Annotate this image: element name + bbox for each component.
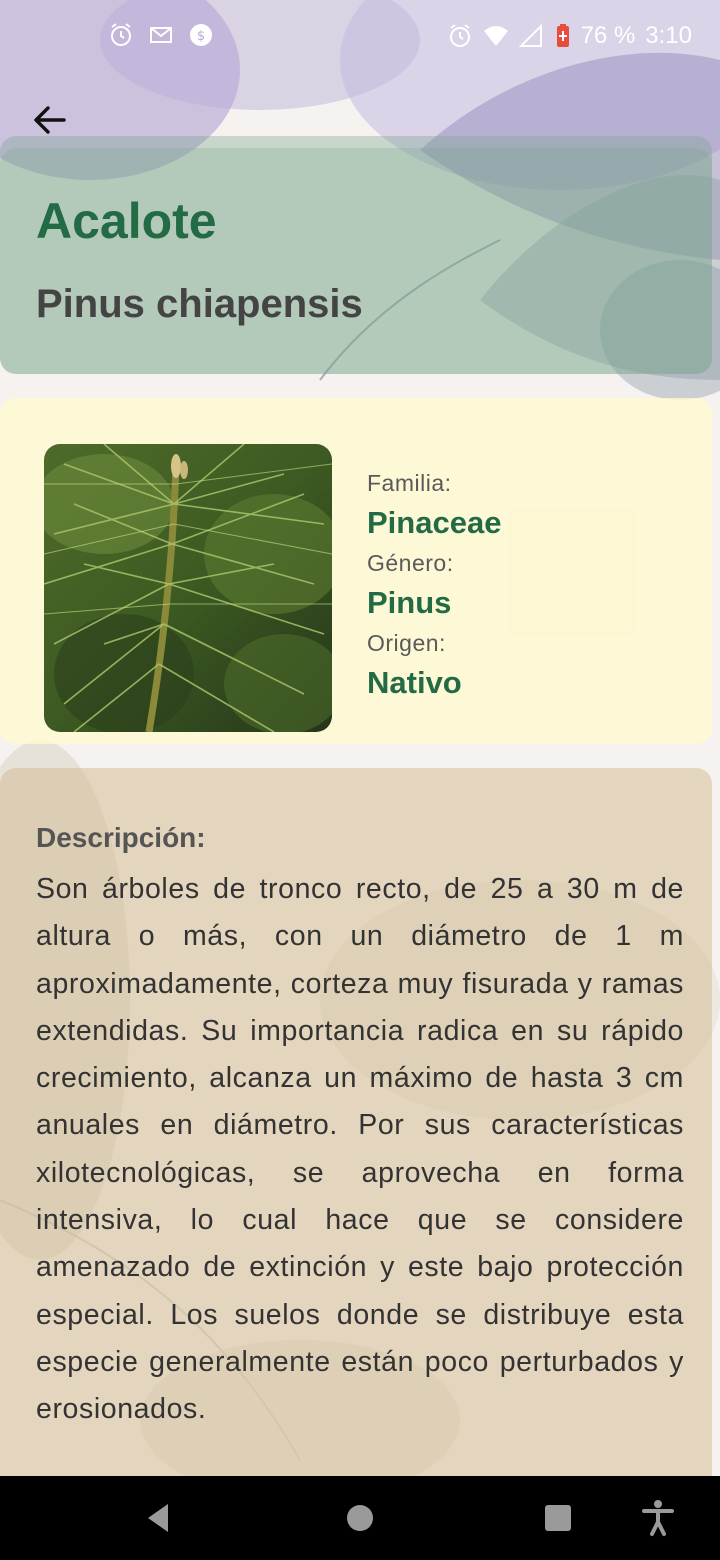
origen-label: Origen: [367, 630, 446, 656]
common-name: Acalote [36, 193, 217, 249]
taxonomy-card: Familia: Pinaceae Género: Pinus Origen: … [0, 398, 712, 744]
plant-photo [44, 444, 332, 732]
alarm-icon [108, 22, 134, 48]
battery-percentage: 76 % [580, 22, 636, 49]
description-card: Descripción: Son árboles de tronco recto… [0, 768, 712, 1528]
genero-label: Género: [367, 550, 454, 576]
nav-home-button[interactable] [338, 1496, 382, 1540]
arrow-left-icon [34, 106, 66, 134]
scientific-name: Pinus chiapensis [36, 282, 363, 326]
origen-value: Nativo [367, 665, 462, 700]
nav-back-button[interactable] [136, 1496, 180, 1540]
triangle-back-icon [148, 1504, 168, 1532]
signal-icon [518, 23, 545, 49]
nav-accessibility-button[interactable] [636, 1496, 680, 1540]
gmail-icon [148, 22, 174, 48]
familia-label: Familia: [367, 470, 452, 496]
species-header-card: Acalote Pinus chiapensis [0, 148, 712, 374]
status-bar: $ 76 % 3:10 [0, 0, 720, 72]
app-icon: $ [188, 22, 214, 48]
wifi-icon [483, 23, 509, 49]
svg-text:$: $ [197, 29, 205, 44]
battery-icon [555, 23, 571, 49]
status-icons-left: $ [108, 22, 214, 48]
status-icons-right: 76 % 3:10 [447, 22, 692, 50]
nav-recents-button[interactable] [536, 1496, 580, 1540]
familia-value: Pinaceae [367, 505, 502, 540]
description-text: Son árboles de tronco recto, de 25 a 30 … [36, 873, 684, 1426]
alarm-icon [447, 23, 473, 49]
clock-time: 3:10 [645, 22, 692, 49]
description-label: Descripción: [36, 822, 206, 853]
back-button[interactable] [26, 96, 74, 144]
taxonomy-facts: Familia: Pinaceae Género: Pinus Origen: … [367, 468, 697, 708]
circle-home-icon [347, 1505, 373, 1531]
genero-value: Pinus [367, 585, 452, 620]
navigation-bar [0, 1476, 720, 1560]
square-recents-icon [545, 1505, 571, 1531]
accessibility-icon [642, 1500, 674, 1536]
